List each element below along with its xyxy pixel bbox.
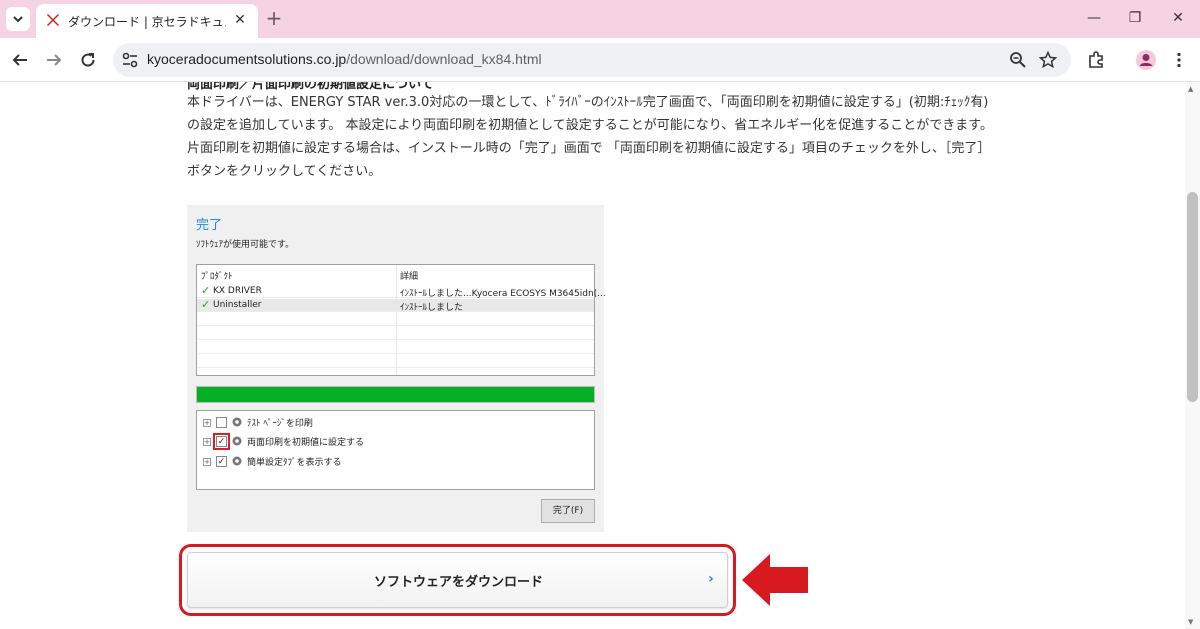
success-check-icon: ✓ xyxy=(201,284,211,297)
url-host: kyoceradocumentsolutions.co.jp xyxy=(147,51,347,67)
tab-search-button[interactable] xyxy=(6,7,30,31)
restore-button[interactable]: ❐ xyxy=(1124,7,1146,29)
option-checkbox: ✓ xyxy=(216,456,227,467)
options-tree: + ﾃｽﾄ ﾍﾟｰｼﾞを印刷 + ✓ 両面印刷を初期値に設定する + ✓ 簡単設… xyxy=(196,410,595,490)
option-label: 両面印刷を初期値に設定する xyxy=(247,438,365,448)
expand-icon: + xyxy=(203,438,211,446)
product-name: Uninstaller xyxy=(213,300,262,310)
empty-row xyxy=(197,355,594,368)
installer-screenshot: 完了 ｿﾌﾄｳｪｱが使用可能です。 ﾌﾟﾛﾀﾞｸﾄ 詳細 ✓ KX DRIVER… xyxy=(187,205,606,532)
description-paragraph: 本ドライバーは、ENERGY STAR ver.3.0対応の一環として、ﾄﾞﾗｲ… xyxy=(187,95,993,179)
back-icon[interactable] xyxy=(9,49,31,71)
download-button-label: ソフトウェアをダウンロード xyxy=(373,575,543,590)
page-scrollbar[interactable]: ▲ ▼ xyxy=(1185,82,1200,629)
address-bar[interactable]: kyoceradocumentsolutions.co.jp/download/… xyxy=(113,43,1071,77)
option-label: ﾃｽﾄ ﾍﾟｰｼﾞを印刷 xyxy=(247,419,313,429)
browser-toolbar: kyoceradocumentsolutions.co.jp/download/… xyxy=(0,38,1200,82)
success-check-icon: ✓ xyxy=(201,298,211,311)
product-detail: ｲﾝｽﾄｰﾙしました xyxy=(400,303,464,313)
chevron-down-icon xyxy=(13,16,23,23)
zoom-icon[interactable] xyxy=(1009,51,1027,69)
expand-icon: + xyxy=(203,458,211,466)
extensions-icon[interactable] xyxy=(1085,49,1107,71)
download-software-button[interactable]: ソフトウェアをダウンロード › xyxy=(187,552,728,608)
new-tab-button[interactable]: + xyxy=(264,8,284,28)
expand-icon: + xyxy=(203,419,211,427)
kyocera-logo-icon xyxy=(47,14,59,26)
table-row: ✓ Uninstaller ｲﾝｽﾄｰﾙしました xyxy=(197,298,594,313)
gear-icon xyxy=(232,456,242,466)
empty-row xyxy=(197,341,594,354)
site-info-icon[interactable] xyxy=(121,51,139,69)
gear-icon xyxy=(232,436,242,446)
option-checkbox xyxy=(216,417,227,428)
product-name: KX DRIVER xyxy=(213,286,262,296)
product-table: ﾌﾟﾛﾀﾞｸﾄ 詳細 ✓ KX DRIVER ｲﾝｽﾄｰﾙしました...Kyoc… xyxy=(196,264,606,376)
highlight-box xyxy=(213,433,230,450)
column-header-detail: 詳細 xyxy=(400,272,419,282)
bookmark-star-icon[interactable] xyxy=(1039,51,1057,69)
minimize-button[interactable]: — xyxy=(1083,7,1105,29)
chevron-right-icon: › xyxy=(708,571,714,587)
browser-tab[interactable]: ダウンロード | 京セラドキュメントソリ ✕ xyxy=(36,4,258,38)
close-tab-icon[interactable]: ✕ xyxy=(232,12,248,28)
page-content: 両面印刷／片面印刷の初期値設定について 本ドライバーは、ENERGY STAR … xyxy=(0,82,1185,629)
url-path: /download/download_kx84.html xyxy=(346,51,542,67)
scrollbar-thumb[interactable] xyxy=(1187,192,1198,402)
scroll-up-icon[interactable]: ▲ xyxy=(1188,85,1193,93)
empty-row xyxy=(197,313,594,326)
scroll-down-icon[interactable]: ▼ xyxy=(1188,618,1193,626)
profile-avatar-icon[interactable] xyxy=(1135,49,1157,71)
table-row: ✓ KX DRIVER ｲﾝｽﾄｰﾙしました...Kyocera ECOSYS … xyxy=(197,284,606,299)
product-detail: ｲﾝｽﾄｰﾙしました...Kyocera ECOSYS M3645idn(... xyxy=(400,289,606,299)
dialog-done-button: 完了(F) xyxy=(541,499,595,523)
left-arrow-icon xyxy=(742,554,808,606)
tab-title: ダウンロード | 京セラドキュメントソリ xyxy=(68,15,226,29)
url-text: kyoceradocumentsolutions.co.jp/download/… xyxy=(147,51,542,67)
dialog-subtitle: ｿﾌﾄｳｪｱが使用可能です。 xyxy=(196,240,295,250)
option-label: 簡単設定ﾀﾌﾞを表示する xyxy=(247,458,342,468)
close-window-button[interactable]: ✕ xyxy=(1167,7,1189,29)
reload-icon[interactable] xyxy=(77,49,99,71)
menu-kebab-icon[interactable] xyxy=(1168,49,1190,71)
install-progress-bar xyxy=(196,386,595,403)
tab-strip: ダウンロード | 京セラドキュメントソリ ✕ + — ❐ ✕ xyxy=(0,0,1200,38)
column-header-product: ﾌﾟﾛﾀﾞｸﾄ xyxy=(201,272,233,282)
gear-icon xyxy=(232,417,242,427)
forward-icon[interactable] xyxy=(43,49,65,71)
dialog-title: 完了 xyxy=(196,218,223,233)
empty-row xyxy=(197,327,594,340)
